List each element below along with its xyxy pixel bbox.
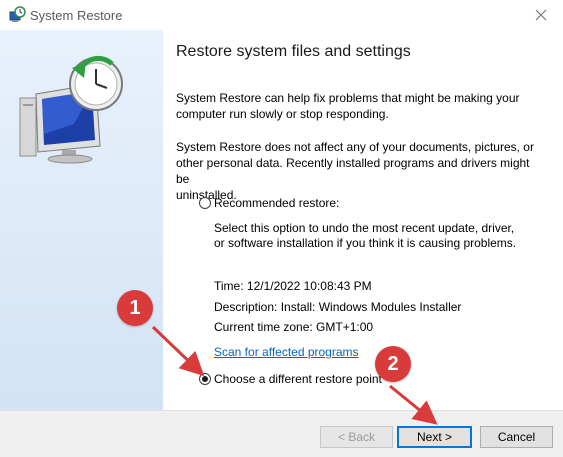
restore-time: Time: 12/1/2022 10:08:43 PM xyxy=(214,279,372,293)
page-title: Restore system files and settings xyxy=(176,43,411,60)
scan-affected-programs-link[interactable]: Scan for affected programs xyxy=(214,345,359,359)
system-restore-window: System Restore Restore system files and … xyxy=(0,0,563,457)
back-button[interactable]: < Back xyxy=(320,426,393,448)
title-bar: System Restore xyxy=(0,0,563,30)
restore-description: Description: Install: Windows Modules In… xyxy=(214,300,462,314)
content-area: Restore system files and settings System… xyxy=(164,30,563,410)
close-icon xyxy=(535,9,547,21)
side-graphic-panel xyxy=(0,30,163,410)
intro-p1-line2: computer run slowly or stop responding. xyxy=(176,107,389,121)
recommended-desc-line1: Select this option to undo the most rece… xyxy=(214,221,515,235)
intro-p2-line1: System Restore does not affect any of yo… xyxy=(176,140,534,154)
window-title: System Restore xyxy=(30,8,123,23)
button-bar: < Back Next > Cancel xyxy=(0,410,563,457)
intro-p1-line1: System Restore can help fix problems tha… xyxy=(176,91,520,105)
annotation-badge-2: 2 xyxy=(375,346,411,382)
intro-paragraph-2: System Restore does not affect any of yo… xyxy=(176,139,546,203)
different-restore-point-radio[interactable] xyxy=(199,373,211,385)
intro-p2-line2: other personal data. Recently installed … xyxy=(176,156,530,186)
close-button[interactable] xyxy=(519,0,563,30)
restore-timezone: Current time zone: GMT+1:00 xyxy=(214,320,374,334)
next-button[interactable]: Next > xyxy=(397,426,472,448)
cancel-button[interactable]: Cancel xyxy=(480,426,553,448)
system-restore-app-icon xyxy=(9,6,26,22)
different-restore-point-label[interactable]: Choose a different restore point xyxy=(214,371,382,387)
recommended-desc-line2: or software installation if you think it… xyxy=(214,236,517,250)
recommended-restore-radio[interactable] xyxy=(199,197,211,209)
computer-clock-illustration xyxy=(19,55,123,164)
recommended-restore-label[interactable]: Recommended restore: xyxy=(214,195,339,211)
intro-paragraph-1: System Restore can help fix problems tha… xyxy=(176,90,546,122)
annotation-badge-1: 1 xyxy=(117,290,153,326)
